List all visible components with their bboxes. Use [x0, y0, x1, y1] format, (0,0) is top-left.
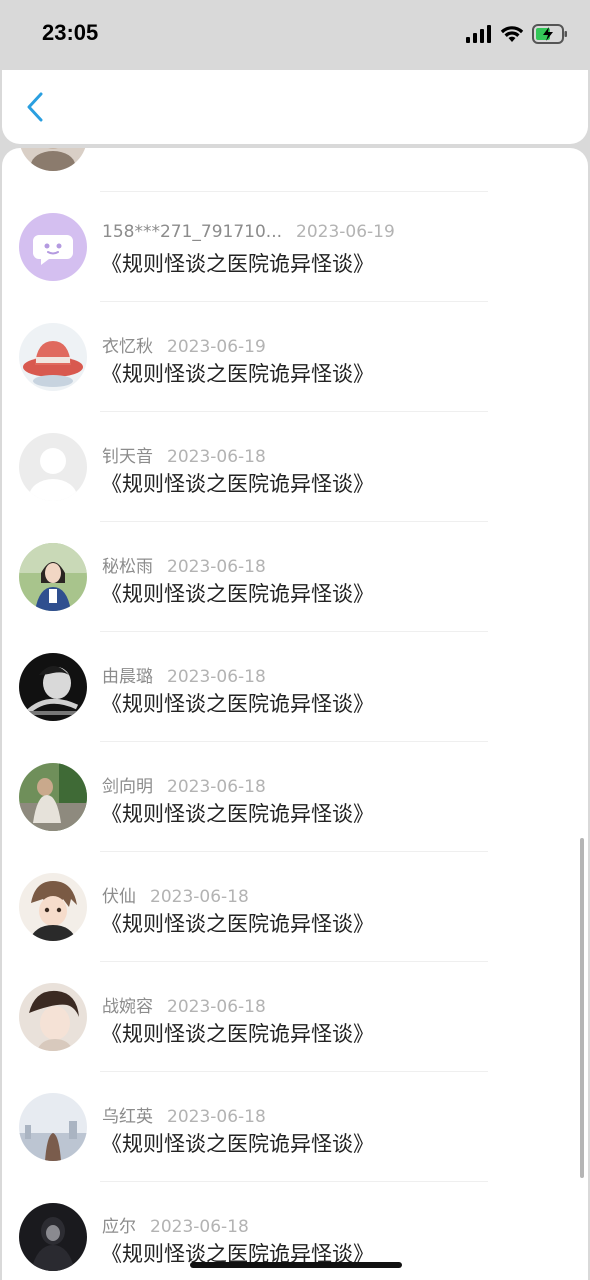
status-icons	[466, 24, 568, 48]
nav-bar	[2, 70, 588, 144]
item-meta: 由晨璐 2023-06-18	[102, 662, 266, 687]
avatar	[19, 763, 87, 831]
comment-date: 2023-06-18	[167, 1107, 266, 1127]
comment-list-inner: 158***271_791710... 2023-06-19 《规则怪谈之医院诡异…	[2, 148, 588, 1280]
list-item[interactable]	[2, 148, 588, 192]
item-meta: 剑向明 2023-06-18	[102, 772, 266, 797]
comment-date: 2023-06-18	[167, 997, 266, 1017]
comment-date: 2023-06-18	[167, 777, 266, 797]
list-item[interactable]: 158***271_791710... 2023-06-19 《规则怪谈之医院诡异…	[2, 192, 588, 302]
avatar	[19, 213, 87, 281]
item-meta: 钊天音 2023-06-18	[102, 442, 266, 467]
avatar	[19, 148, 87, 171]
comment-date: 2023-06-19	[167, 337, 266, 357]
user-name: 由晨璐	[102, 667, 153, 687]
comment-list: 158***271_791710... 2023-06-19 《规则怪谈之医院诡异…	[2, 148, 588, 1280]
cellular-signal-icon	[466, 25, 492, 47]
user-name: 158***271_791710...	[102, 222, 283, 242]
user-name: 应尔	[102, 1217, 136, 1237]
list-item[interactable]: 秘松雨 2023-06-18 《规则怪谈之医院诡异怪谈》	[2, 522, 588, 632]
user-name: 伏仙	[102, 887, 136, 907]
item-meta: 秘松雨 2023-06-18	[102, 552, 266, 577]
item-meta: 158***271_791710... 2023-06-19	[102, 222, 395, 242]
user-name: 剑向明	[102, 777, 153, 797]
list-item[interactable]: 衣忆秋 2023-06-19 《规则怪谈之医院诡异怪谈》	[2, 302, 588, 412]
battery-charging-icon	[532, 24, 568, 48]
item-meta: 乌红英 2023-06-18	[102, 1102, 266, 1127]
wifi-icon	[500, 25, 524, 47]
book-title: 《规则怪谈之医院诡异怪谈》	[101, 252, 374, 276]
book-title: 《规则怪谈之医院诡异怪谈》	[101, 692, 374, 716]
user-name: 战婉容	[102, 997, 153, 1017]
book-title: 《规则怪谈之医院诡异怪谈》	[101, 472, 374, 496]
avatar	[19, 433, 87, 501]
comment-date: 2023-06-18	[167, 447, 266, 467]
book-title: 《规则怪谈之医院诡异怪谈》	[101, 582, 374, 606]
user-name: 衣忆秋	[102, 337, 153, 357]
comment-date: 2023-06-18	[150, 887, 249, 907]
home-indicator[interactable]	[190, 1262, 402, 1268]
book-title: 《规则怪谈之医院诡异怪谈》	[101, 802, 374, 826]
avatar	[19, 873, 87, 941]
list-item[interactable]: 由晨璐 2023-06-18 《规则怪谈之医院诡异怪谈》	[2, 632, 588, 742]
avatar	[19, 1203, 87, 1271]
book-title: 《规则怪谈之医院诡异怪谈》	[101, 1022, 374, 1046]
avatar	[19, 543, 87, 611]
user-name: 秘松雨	[102, 557, 153, 577]
list-item[interactable]: 伏仙 2023-06-18 《规则怪谈之医院诡异怪谈》	[2, 852, 588, 962]
book-title: 《规则怪谈之医院诡异怪谈》	[101, 362, 374, 386]
status-time: 23:05	[42, 20, 99, 45]
avatar	[19, 983, 87, 1051]
book-title: 《规则怪谈之医院诡异怪谈》	[101, 912, 374, 936]
comment-date: 2023-06-18	[167, 667, 266, 687]
status-bar: 23:05	[0, 0, 590, 70]
chevron-left-icon	[26, 92, 44, 126]
avatar	[19, 1093, 87, 1161]
list-item[interactable]: 钊天音 2023-06-18 《规则怪谈之医院诡异怪谈》	[2, 412, 588, 522]
list-item[interactable]: 战婉容 2023-06-18 《规则怪谈之医院诡异怪谈》	[2, 962, 588, 1072]
avatar	[19, 653, 87, 721]
comment-date: 2023-06-19	[296, 222, 395, 242]
item-meta: 战婉容 2023-06-18	[102, 992, 266, 1017]
screen: 23:05 158***271_791710... 2023-06-19 《规则…	[0, 0, 590, 1280]
list-item[interactable]: 剑向明 2023-06-18 《规则怪谈之医院诡异怪谈》	[2, 742, 588, 852]
avatar	[19, 323, 87, 391]
user-name: 乌红英	[102, 1107, 153, 1127]
user-name: 钊天音	[102, 447, 153, 467]
comment-date: 2023-06-18	[150, 1217, 249, 1237]
item-meta: 伏仙 2023-06-18	[102, 882, 249, 907]
item-meta: 应尔 2023-06-18	[102, 1212, 249, 1237]
scrollbar[interactable]	[580, 838, 584, 1178]
list-item[interactable]: 乌红英 2023-06-18 《规则怪谈之医院诡异怪谈》	[2, 1072, 588, 1182]
back-button[interactable]	[20, 92, 50, 126]
book-title: 《规则怪谈之医院诡异怪谈》	[101, 1132, 374, 1156]
comment-date: 2023-06-18	[167, 557, 266, 577]
item-meta: 衣忆秋 2023-06-19	[102, 332, 266, 357]
